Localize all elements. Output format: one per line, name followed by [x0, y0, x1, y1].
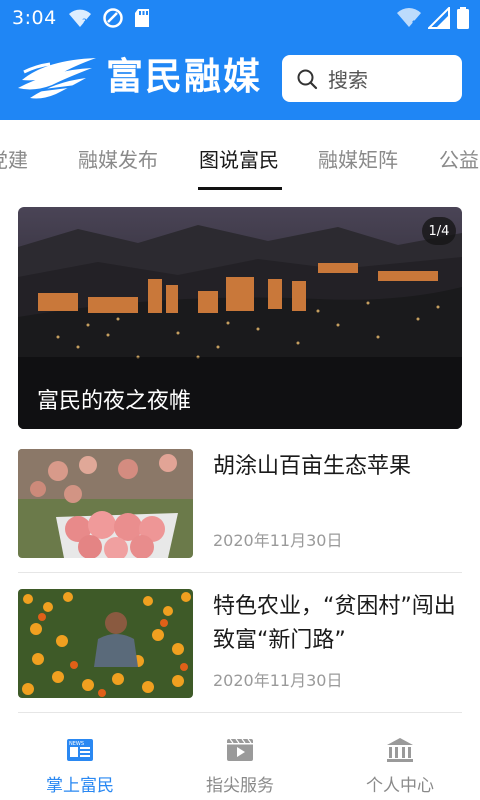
nav-label: 指尖服务	[206, 776, 274, 796]
list-divider	[18, 572, 462, 573]
app-name: 富民融媒	[106, 55, 262, 98]
news-title[interactable]: 特色农业，“贫困村”闯出致富“新门路”	[213, 590, 458, 658]
news-date: 2020年11月30日	[213, 531, 343, 550]
search-input[interactable]: 搜索	[282, 55, 462, 102]
apple-thumbnail	[18, 449, 193, 558]
video-icon	[227, 738, 253, 761]
bottom-nav: NEWS 掌上富民 指尖服务 个人中心	[0, 726, 480, 800]
marigold-field-thumbnail	[18, 589, 193, 698]
signal-icon	[428, 7, 450, 29]
svg-text:NEWS: NEWS	[69, 741, 84, 747]
tab-photo-fumin[interactable]: 图说富民	[199, 144, 279, 173]
app-header: 富民融媒 搜索	[0, 36, 480, 120]
list-divider	[18, 712, 462, 713]
news-date: 2020年11月30日	[213, 671, 343, 690]
carousel-banner[interactable]: 1/4 富民的夜之夜帷	[18, 207, 462, 429]
search-icon	[297, 69, 318, 89]
active-tab-indicator	[198, 187, 282, 190]
search-placeholder: 搜索	[328, 68, 368, 92]
carousel-counter: 1/4	[422, 217, 456, 245]
news-title[interactable]: 胡涂山百亩生态苹果	[213, 450, 458, 484]
sd-card-icon	[135, 9, 149, 27]
status-bar: 3:04 ?	[0, 0, 480, 36]
category-tabs: 党建 融媒发布 图说富民 融媒矩阵 公益	[0, 120, 480, 192]
tab-public-welfare[interactable]: 公益	[439, 144, 479, 173]
tab-party-building[interactable]: 党建	[0, 144, 28, 173]
sync-icon	[103, 8, 123, 28]
svg-text:?: ?	[82, 18, 87, 28]
nav-item-profile[interactable]: 个人中心	[320, 726, 480, 800]
nav-label: 个人中心	[366, 776, 434, 796]
wifi-off-icon	[397, 8, 421, 28]
app-logo-icon	[18, 58, 96, 99]
nav-label: 掌上富民	[46, 776, 114, 796]
nav-item-home[interactable]: NEWS 掌上富民	[0, 726, 160, 800]
nav-item-services[interactable]: 指尖服务	[160, 726, 320, 800]
battery-icon	[457, 7, 469, 29]
building-icon	[387, 738, 413, 762]
news-icon: NEWS	[67, 739, 93, 761]
news-item[interactable]: 胡涂山百亩生态苹果 2020年11月30日	[18, 449, 462, 576]
carousel-caption: 富民的夜之夜帷	[37, 389, 192, 414]
status-time: 3:04	[12, 7, 57, 29]
news-item[interactable]: 特色农业，“贫困村”闯出致富“新门路” 2020年11月30日	[18, 589, 462, 716]
tab-media-matrix[interactable]: 融媒矩阵	[318, 144, 398, 173]
wifi-question-icon: ?	[69, 9, 91, 28]
tab-media-release[interactable]: 融媒发布	[78, 144, 158, 173]
